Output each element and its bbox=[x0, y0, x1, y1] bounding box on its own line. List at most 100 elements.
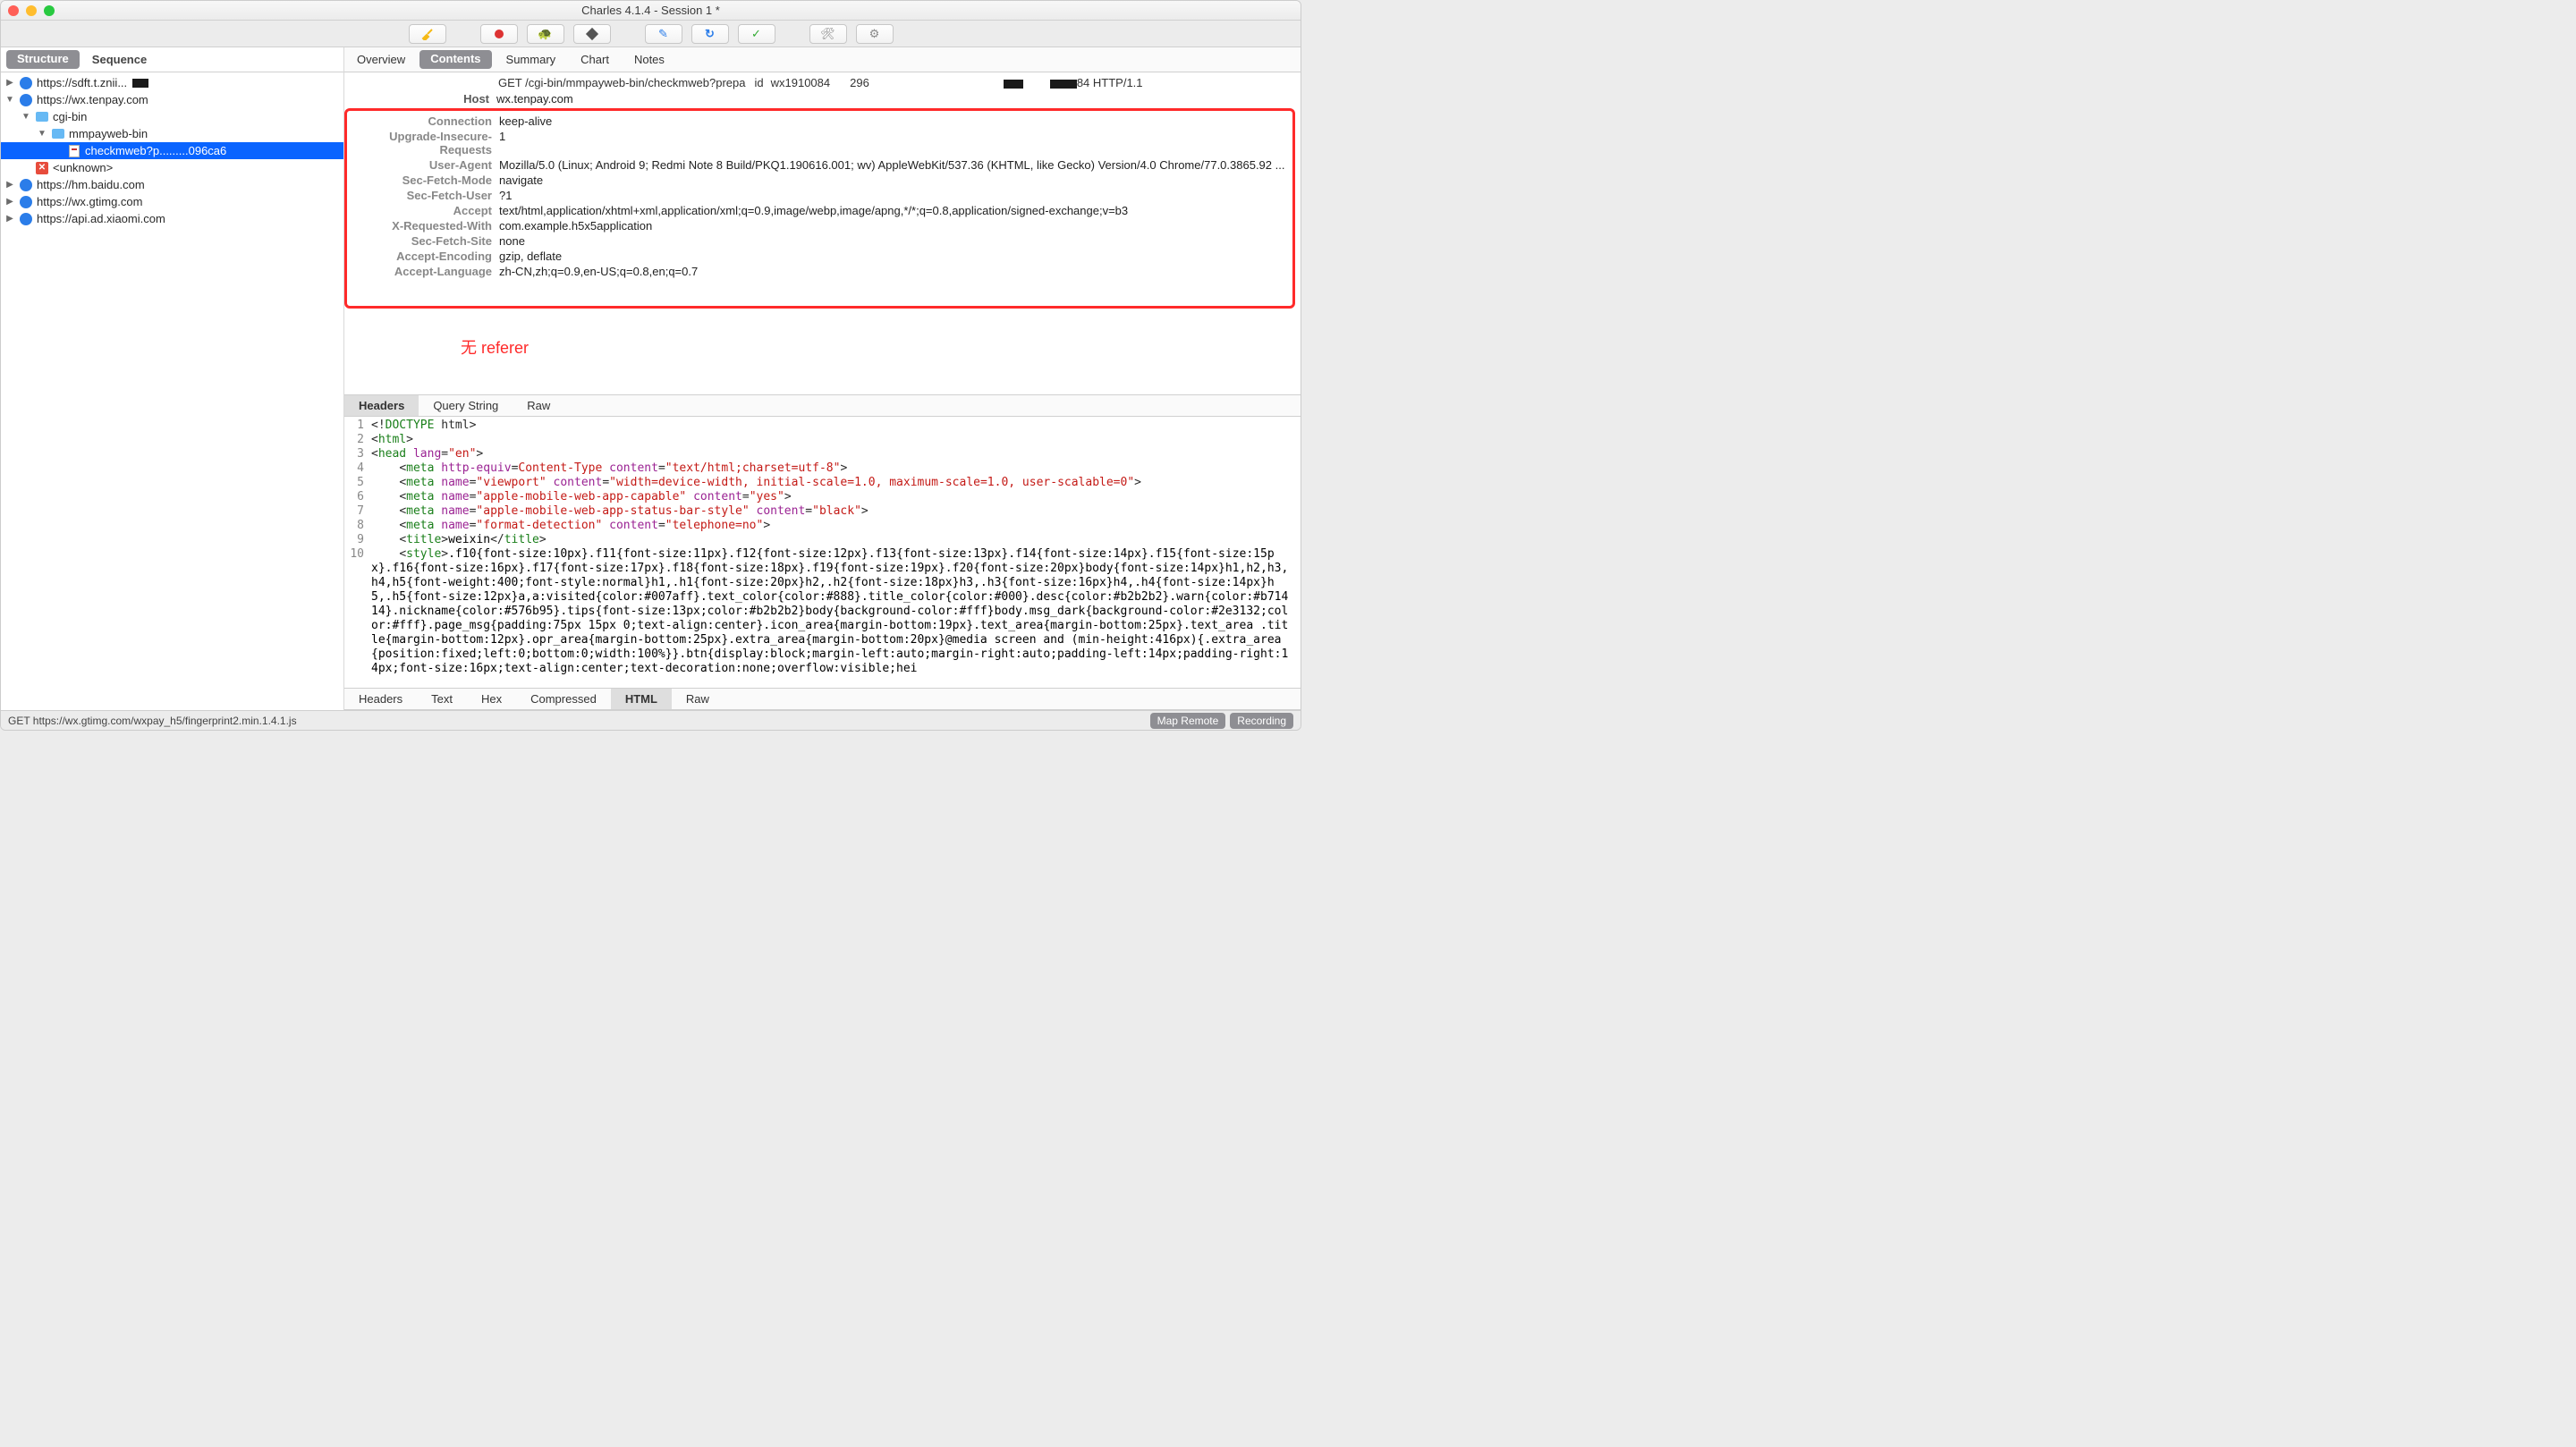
toolbar-breakpoint-button[interactable] bbox=[573, 24, 611, 44]
req-subtab-query-string[interactable]: Query String bbox=[419, 395, 513, 416]
tree-row[interactable]: checkmweb?p.........096ca6 bbox=[1, 142, 343, 159]
headers-area: GET /cgi-bin/mmpayweb-bin/checkmweb?prep… bbox=[344, 72, 1301, 394]
header-value: com.example.h5x5application bbox=[499, 219, 1292, 233]
request-line-prefix: GET /cgi-bin/mmpayweb-bin/checkmweb?prep… bbox=[498, 76, 746, 89]
disclosure-triangle[interactable]: ▶ bbox=[4, 214, 15, 224]
header-name: Connection bbox=[347, 114, 499, 128]
main-tabs: OverviewContentsSummaryChartNotes bbox=[344, 47, 1301, 72]
header-value: 1 bbox=[499, 130, 1292, 157]
response-body-area[interactable]: 12345678910 <!DOCTYPE html><html><head l… bbox=[344, 417, 1301, 688]
tree-label: <unknown> bbox=[53, 161, 113, 174]
tree-row[interactable]: ▶ https://api.ad.xiaomi.com bbox=[1, 210, 343, 227]
resp-subtab-hex[interactable]: Hex bbox=[467, 689, 516, 709]
hex-icon bbox=[585, 27, 597, 39]
header-value: none bbox=[499, 234, 1292, 248]
check-icon: ✓ bbox=[751, 27, 761, 41]
toolbar-broom-button[interactable] bbox=[409, 24, 446, 44]
disclosure-triangle[interactable]: ▶ bbox=[4, 197, 15, 207]
tab-contents[interactable]: Contents bbox=[419, 50, 491, 69]
header-name: Sec-Fetch-User bbox=[347, 189, 499, 202]
req-subtab-headers[interactable]: Headers bbox=[344, 395, 419, 416]
gear-icon: ⚙ bbox=[869, 27, 880, 41]
tree-label: cgi-bin bbox=[53, 110, 87, 123]
header-name: Host bbox=[344, 92, 496, 106]
host-row: Host wx.tenpay.com bbox=[344, 91, 1301, 106]
tree-label: https://sdft.t.znii... bbox=[37, 76, 127, 89]
disclosure-triangle[interactable]: ▼ bbox=[4, 95, 15, 105]
disclosure-triangle[interactable]: ▼ bbox=[37, 129, 47, 139]
globe-icon bbox=[19, 212, 33, 226]
tree-row[interactable]: ▼ https://wx.tenpay.com bbox=[1, 91, 343, 108]
globe-icon bbox=[19, 178, 33, 192]
line-gutter: 12345678910 bbox=[344, 419, 371, 686]
tree-label: mmpayweb-bin bbox=[69, 127, 148, 140]
header-name: Accept bbox=[347, 204, 499, 217]
disclosure-triangle[interactable]: ▼ bbox=[21, 112, 31, 122]
annotation-text: 无 referer bbox=[344, 310, 1301, 394]
tree-label: https://hm.baidu.com bbox=[37, 178, 145, 191]
tab-notes[interactable]: Notes bbox=[622, 47, 677, 72]
header-value: Mozilla/5.0 (Linux; Android 9; Redmi Not… bbox=[499, 158, 1292, 172]
tree-row[interactable]: ▶ https://wx.gtimg.com bbox=[1, 193, 343, 210]
toolbar-settings-button[interactable]: ⚙ bbox=[856, 24, 894, 44]
tree-row[interactable]: ▶ https://hm.baidu.com bbox=[1, 176, 343, 193]
toolbar-edit-button[interactable]: ✎ bbox=[645, 24, 682, 44]
pencil-icon: ✎ bbox=[658, 27, 668, 41]
globe-icon bbox=[19, 195, 33, 209]
tab-summary[interactable]: Summary bbox=[494, 47, 569, 72]
tree-row[interactable]: ▼ mmpayweb-bin bbox=[1, 125, 343, 142]
tab-chart[interactable]: Chart bbox=[568, 47, 622, 72]
folder-icon bbox=[51, 127, 65, 141]
resp-subtab-text[interactable]: Text bbox=[417, 689, 467, 709]
main-panel: OverviewContentsSummaryChartNotes GET /c… bbox=[344, 47, 1301, 710]
globe-icon bbox=[19, 93, 33, 107]
toolbar-refresh-button[interactable]: ↻ bbox=[691, 24, 729, 44]
response-subtabs: HeadersTextHexCompressedHTMLRaw bbox=[344, 688, 1301, 710]
tab-sequence[interactable]: Sequence bbox=[80, 47, 159, 72]
header-row: Accepttext/html,application/xhtml+xml,ap… bbox=[347, 203, 1292, 218]
statusbar: GET https://wx.gtimg.com/wxpay_h5/finger… bbox=[1, 710, 1301, 730]
app-window: Charles 4.1.4 - Session 1 * 🐢 ✎ ↻ ✓ 🛠 ⚙ … bbox=[0, 0, 1301, 731]
toolbar-tools-button[interactable]: 🛠 bbox=[809, 24, 847, 44]
html-source: <!DOCTYPE html><html><head lang="en"> <m… bbox=[371, 419, 1301, 686]
header-value: text/html,application/xhtml+xml,applicat… bbox=[499, 204, 1292, 217]
sidebar-mode-tabs: Structure Sequence bbox=[1, 47, 343, 72]
tree-row[interactable]: ▶ https://sdft.t.znii... bbox=[1, 74, 343, 91]
annotation-box: Connectionkeep-aliveUpgrade-Insecure-Req… bbox=[344, 108, 1295, 309]
recording-badge[interactable]: Recording bbox=[1230, 713, 1293, 729]
header-row: Accept-Encodinggzip, deflate bbox=[347, 249, 1292, 264]
header-value: wx.tenpay.com bbox=[496, 92, 573, 106]
resp-subtab-compressed[interactable]: Compressed bbox=[516, 689, 611, 709]
header-value: keep-alive bbox=[499, 114, 1292, 128]
request-line: GET /cgi-bin/mmpayweb-bin/checkmweb?prep… bbox=[344, 72, 1301, 91]
resp-subtab-headers[interactable]: Headers bbox=[344, 689, 417, 709]
header-row: Sec-Fetch-Sitenone bbox=[347, 233, 1292, 249]
toolbar-validate-button[interactable]: ✓ bbox=[738, 24, 775, 44]
header-name: Sec-Fetch-Mode bbox=[347, 173, 499, 187]
refresh-icon: ↻ bbox=[705, 27, 715, 41]
map-remote-badge[interactable]: Map Remote bbox=[1150, 713, 1226, 729]
toolbar-throttle-button[interactable]: 🐢 bbox=[527, 24, 564, 44]
header-row: Sec-Fetch-Modenavigate bbox=[347, 173, 1292, 188]
tree-label: https://wx.gtimg.com bbox=[37, 195, 142, 208]
tab-structure[interactable]: Structure bbox=[6, 50, 80, 69]
tree-label: checkmweb?p.........096ca6 bbox=[85, 144, 226, 157]
disclosure-triangle[interactable]: ▶ bbox=[4, 180, 15, 190]
resp-subtab-html[interactable]: HTML bbox=[611, 689, 672, 709]
tab-overview[interactable]: Overview bbox=[344, 47, 418, 72]
document-icon bbox=[67, 144, 81, 158]
req-subtab-raw[interactable]: Raw bbox=[513, 395, 564, 416]
tree-row[interactable]: ▼ cgi-bin bbox=[1, 108, 343, 125]
header-row: Accept-Languagezh-CN,zh;q=0.9,en-US;q=0.… bbox=[347, 264, 1292, 279]
sidebar: Structure Sequence ▶ https://sdft.t.znii.… bbox=[1, 47, 344, 710]
header-row: X-Requested-Withcom.example.h5x5applicat… bbox=[347, 218, 1292, 233]
tree-label: https://api.ad.xiaomi.com bbox=[37, 212, 165, 225]
toolbar-record-button[interactable] bbox=[480, 24, 518, 44]
disclosure-triangle[interactable]: ▶ bbox=[4, 78, 15, 88]
resp-subtab-raw[interactable]: Raw bbox=[672, 689, 724, 709]
request-line-suffix: 84 HTTP/1.1 bbox=[1077, 76, 1143, 89]
globe-icon bbox=[19, 76, 33, 90]
host-tree[interactable]: ▶ https://sdft.t.znii... ▼ https://wx.tenpa… bbox=[1, 72, 343, 710]
tree-row[interactable]: ✕<unknown> bbox=[1, 159, 343, 176]
tree-label: https://wx.tenpay.com bbox=[37, 93, 148, 106]
